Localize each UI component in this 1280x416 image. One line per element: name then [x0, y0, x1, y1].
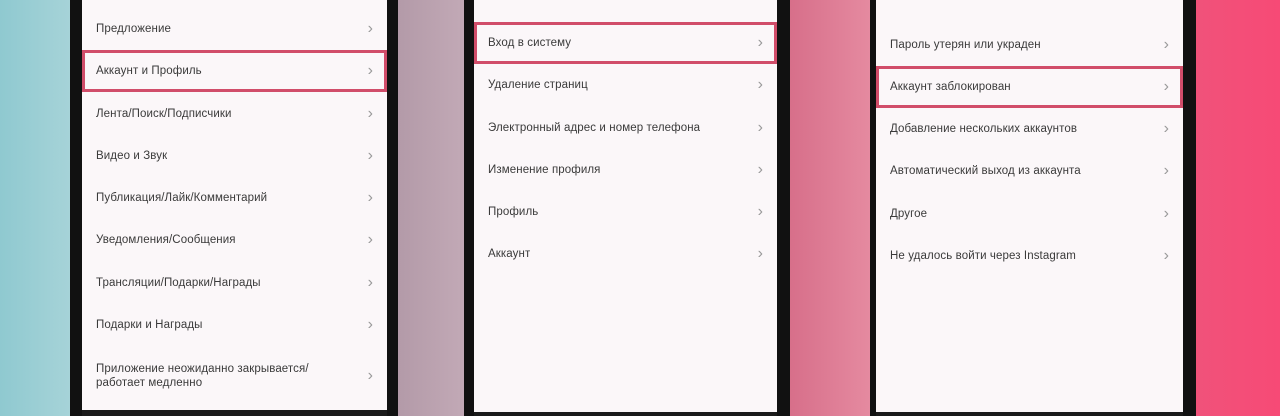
chevron-right-icon: › [1163, 78, 1169, 95]
menu-item-label: Электронный адрес и номер телефона [488, 122, 701, 134]
chevron-right-icon: › [367, 367, 373, 384]
menu-item-label: Аккаунт [488, 248, 531, 260]
menu-item[interactable]: Изменение профиля › [474, 149, 777, 191]
chevron-right-icon: › [367, 20, 373, 37]
chevron-right-icon: › [367, 316, 373, 333]
menu-item[interactable]: Не удалось войти через Instagram › [876, 235, 1183, 277]
chevron-right-icon: › [757, 34, 763, 51]
phone-bezel [387, 0, 398, 416]
menu-item[interactable]: Приложение неожиданно закрывается/ работ… [82, 352, 387, 400]
menu-item-login[interactable]: Вход в систему › [474, 22, 777, 64]
phone-bezel [1183, 0, 1196, 416]
chevron-right-icon: › [367, 105, 373, 122]
background-strip-mauve [398, 0, 464, 416]
menu-item[interactable]: Автоматический выход из аккаунта › [876, 150, 1183, 192]
menu-item[interactable]: Пароль утерян или украден › [876, 24, 1183, 66]
menu-item[interactable]: Публикация/Лайк/Комментарий › [82, 177, 387, 219]
phone-bezel [464, 0, 474, 416]
menu-item-label: Пароль утерян или украден [890, 39, 1041, 51]
menu-item[interactable]: Видео и Звук › [82, 135, 387, 177]
menu-item-label: Видео и Звук [96, 150, 168, 162]
chevron-right-icon: › [757, 119, 763, 136]
chevron-right-icon: › [367, 189, 373, 206]
background-strip-hotpink [1196, 0, 1280, 416]
menu-item-label: Лента/Поиск/Подписчики [96, 108, 232, 120]
menu-item[interactable]: Лента/Поиск/Подписчики › [82, 93, 387, 135]
menu-item-label: Публикация/Лайк/Комментарий [96, 192, 268, 204]
phone-bezel [777, 0, 790, 416]
menu-item-label: Аккаунт заблокирован [890, 81, 1011, 93]
chevron-right-icon: › [1163, 205, 1169, 222]
menu-item[interactable]: Трансляции/Подарки/Награды › [82, 262, 387, 304]
menu-item-label: Изменение профиля [488, 164, 601, 176]
menu-item-label: Трансляции/Подарки/Награды [96, 277, 261, 289]
chevron-right-icon: › [757, 203, 763, 220]
menu-item-label: Не удалось войти через Instagram [890, 250, 1076, 262]
menu-item-label: Профиль [488, 206, 539, 218]
background-strip-pink [790, 0, 870, 416]
menu-item[interactable]: Уведомления/Сообщения › [82, 219, 387, 261]
chevron-right-icon: › [757, 161, 763, 178]
phone-bezel [70, 0, 82, 416]
chevron-right-icon: › [1163, 120, 1169, 137]
chevron-right-icon: › [367, 274, 373, 291]
menu-item-label: Добавление нескольких аккаунтов [890, 123, 1078, 135]
menu-item[interactable]: Добавление нескольких аккаунтов › [876, 108, 1183, 150]
menu-item-label: Подарки и Награды [96, 319, 203, 331]
menu-item[interactable]: Электронный адрес и номер телефона › [474, 107, 777, 149]
settings-panel-2: Вход в систему › Удаление страниц › Элек… [474, 0, 777, 412]
chevron-right-icon: › [757, 245, 763, 262]
chevron-right-icon: › [1163, 247, 1169, 264]
menu-item[interactable]: Предложение › [82, 8, 387, 50]
chevron-right-icon: › [367, 62, 373, 79]
settings-panel-1: Предложение › Аккаунт и Профиль › Лента/… [82, 0, 387, 410]
menu-item-label: Предложение [96, 23, 171, 35]
menu-item-account-profile[interactable]: Аккаунт и Профиль › [82, 50, 387, 92]
menu-item-label: Другое [890, 208, 928, 220]
chevron-right-icon: › [1163, 162, 1169, 179]
menu-item[interactable]: Профиль › [474, 191, 777, 233]
menu-item-label: Приложение неожиданно закрывается/ работ… [96, 363, 309, 389]
chevron-right-icon: › [1163, 36, 1169, 53]
menu-item[interactable]: Подарки и Награды › [82, 304, 387, 346]
chevron-right-icon: › [757, 76, 763, 93]
menu-item[interactable]: Другое › [876, 193, 1183, 235]
menu-item-label: Аккаунт и Профиль [96, 65, 202, 77]
menu-item-label: Удаление страниц [488, 79, 588, 91]
menu-item-label: Уведомления/Сообщения [96, 234, 236, 246]
chevron-right-icon: › [367, 231, 373, 248]
settings-panel-3: Пароль утерян или украден › Аккаунт забл… [876, 0, 1183, 412]
menu-item[interactable]: Аккаунт › [474, 233, 777, 275]
background-strip-teal [0, 0, 70, 416]
chevron-right-icon: › [367, 147, 373, 164]
menu-item-label: Автоматический выход из аккаунта [890, 165, 1081, 177]
menu-item-label: Вход в систему [488, 37, 572, 49]
menu-item[interactable]: Удаление страниц › [474, 64, 777, 106]
menu-item-account-blocked[interactable]: Аккаунт заблокирован › [876, 66, 1183, 108]
